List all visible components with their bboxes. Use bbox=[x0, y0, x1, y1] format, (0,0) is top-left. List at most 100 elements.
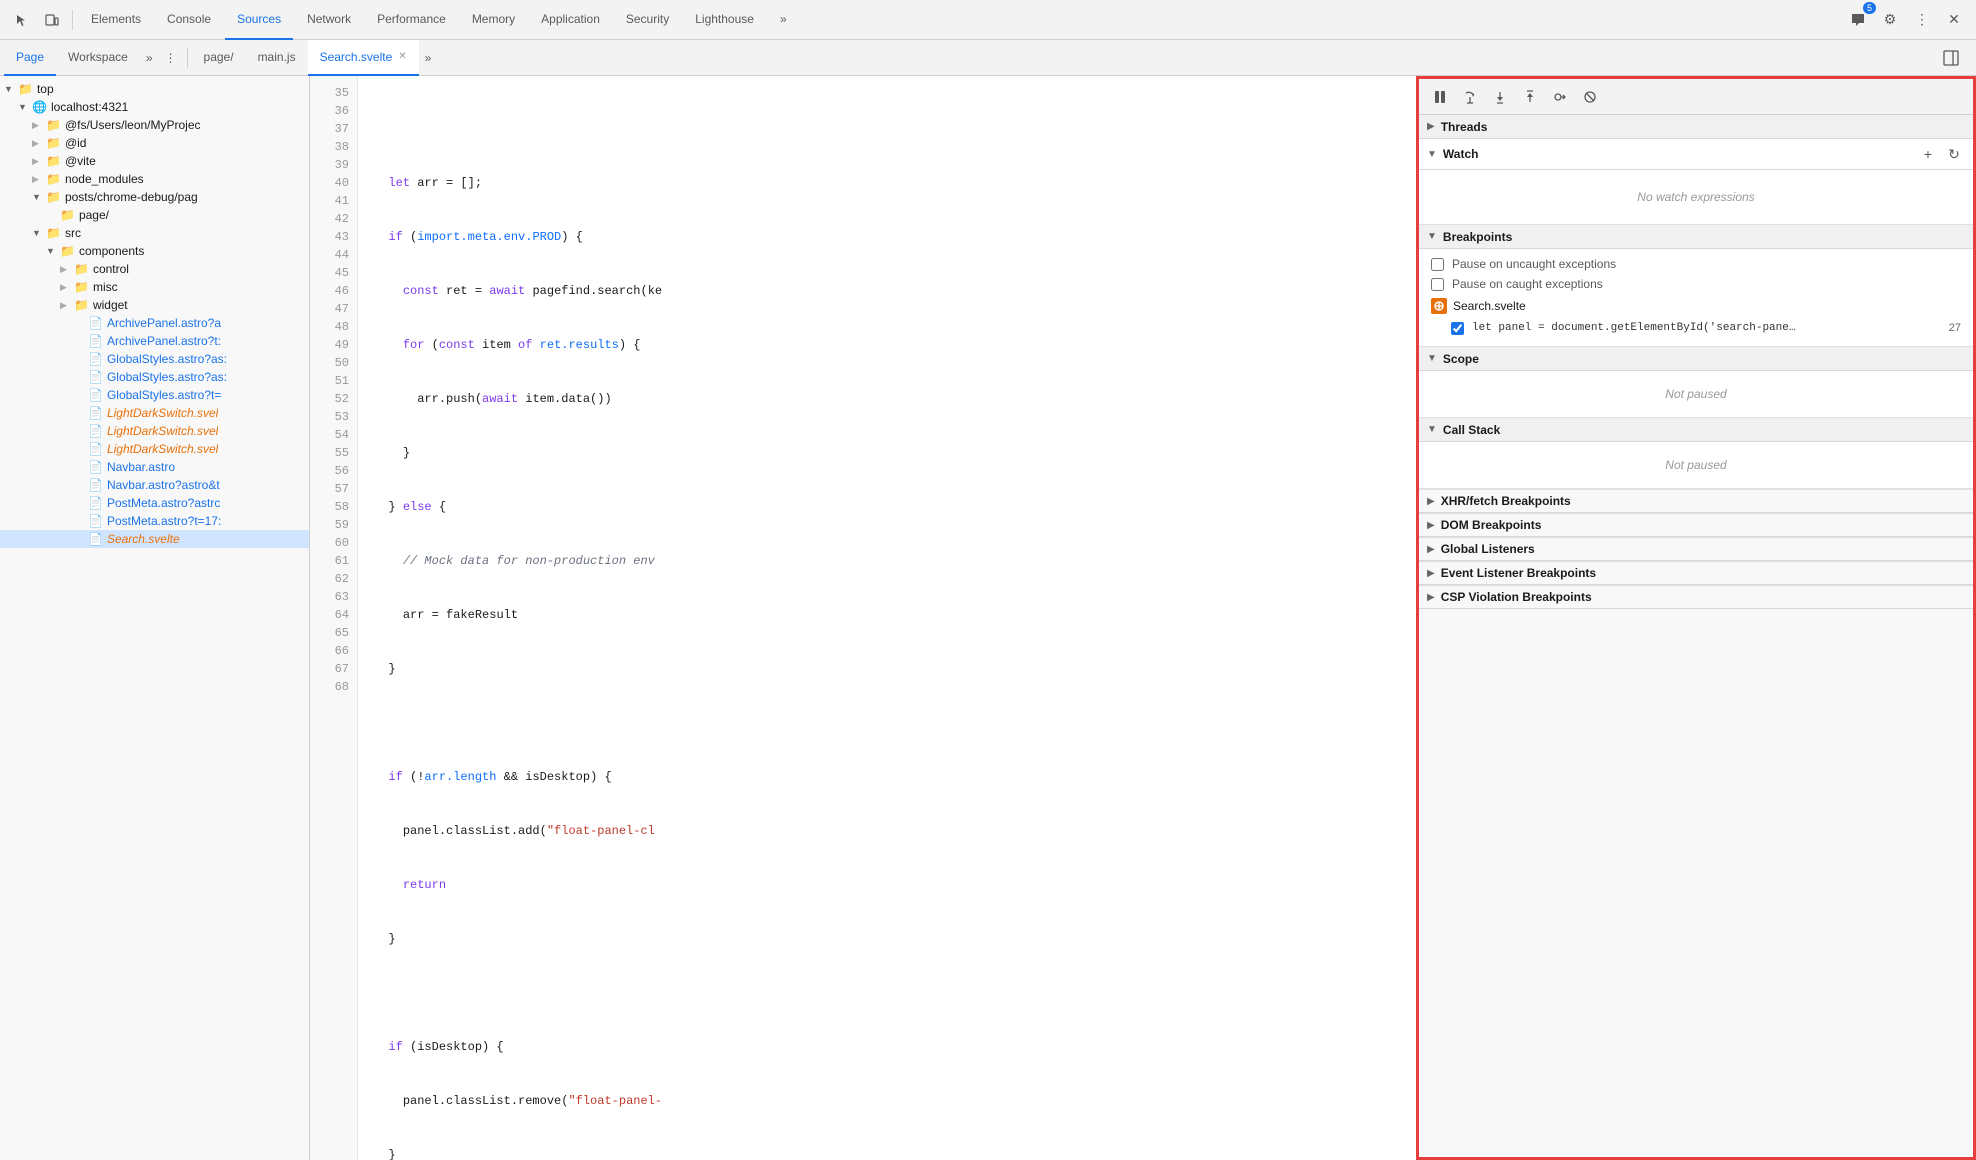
editor-tab-search-svelte[interactable]: Search.svelte ✕ bbox=[308, 40, 419, 76]
tree-item-posts[interactable]: ▼ 📁 posts/chrome-debug/pag bbox=[0, 188, 309, 206]
watch-add-btn[interactable]: + bbox=[1917, 143, 1939, 165]
ln-48: 48 bbox=[310, 318, 357, 336]
tab-more[interactable]: » bbox=[768, 0, 799, 40]
ln-65: 65 bbox=[310, 624, 357, 642]
subtab-more[interactable]: » bbox=[140, 40, 159, 76]
bp-file-header-search[interactable]: Search.svelte bbox=[1419, 294, 1973, 318]
tree-item-archivepanel1[interactable]: ▶ 📄 ArchivePanel.astro?a bbox=[0, 314, 309, 332]
ln-46: 46 bbox=[310, 282, 357, 300]
pause-caught-checkbox[interactable] bbox=[1431, 278, 1444, 291]
file-icon-lightdark1: 📄 bbox=[88, 406, 103, 420]
tab-console[interactable]: Console bbox=[155, 0, 223, 40]
code-line-38: const ret = await pagefind.search(ke bbox=[374, 282, 1400, 300]
tree-item-globalstyles2[interactable]: ▶ 📄 GlobalStyles.astro?as: bbox=[0, 368, 309, 386]
xhr-section-header[interactable]: ▶ XHR/fetch Breakpoints bbox=[1419, 489, 1973, 513]
tree-item-postmeta2[interactable]: ▶ 📄 PostMeta.astro?t=17: bbox=[0, 512, 309, 530]
tree-label-widget: widget bbox=[93, 298, 128, 312]
tree-item-archivepanel2[interactable]: ▶ 📄 ArchivePanel.astro?t: bbox=[0, 332, 309, 350]
tree-item-misc[interactable]: ▶ 📁 misc bbox=[0, 278, 309, 296]
watch-arrow: ▼ bbox=[1427, 149, 1437, 160]
tree-item-navbar2[interactable]: ▶ 📄 Navbar.astro?astro&t bbox=[0, 476, 309, 494]
step-over-btn[interactable] bbox=[1457, 84, 1483, 110]
ln-45: 45 bbox=[310, 264, 357, 282]
deactivate-breakpoints-btn[interactable] bbox=[1577, 84, 1603, 110]
tree-item-localhost[interactable]: ▼ 🌐 localhost:4321 bbox=[0, 98, 309, 116]
global-section-header[interactable]: ▶ Global Listeners bbox=[1419, 537, 1973, 561]
dom-title: DOM Breakpoints bbox=[1441, 518, 1965, 532]
watch-section-header[interactable]: ▼ Watch + ↻ bbox=[1419, 139, 1973, 170]
breakpoints-section-header[interactable]: ▼ Breakpoints bbox=[1419, 225, 1973, 249]
chat-icon[interactable]: 5 bbox=[1844, 6, 1872, 34]
tab-elements[interactable]: Elements bbox=[79, 0, 153, 40]
editor-tab-close[interactable]: ✕ bbox=[398, 51, 406, 62]
file-icon-archivepanel2: 📄 bbox=[88, 334, 103, 348]
step-btn[interactable] bbox=[1547, 84, 1573, 110]
tree-item-top[interactable]: ▼ 📁 top bbox=[0, 80, 309, 98]
folder-icon-widget: 📁 bbox=[74, 298, 89, 312]
tree-item-lightdark3[interactable]: ▶ 📄 LightDarkSwitch.svel bbox=[0, 440, 309, 458]
tree-item-control[interactable]: ▶ 📁 control bbox=[0, 260, 309, 278]
tree-item-globalstyles3[interactable]: ▶ 📄 GlobalStyles.astro?t= bbox=[0, 386, 309, 404]
tree-label-navbar2: Navbar.astro?astro&t bbox=[107, 478, 220, 492]
tab-memory[interactable]: Memory bbox=[460, 0, 527, 40]
tab-security[interactable]: Security bbox=[614, 0, 681, 40]
tree-item-widget[interactable]: ▶ 📁 widget bbox=[0, 296, 309, 314]
code-line-52: if (isDesktop) { bbox=[374, 1038, 1400, 1056]
subtab-workspace[interactable]: Workspace bbox=[56, 40, 140, 76]
tree-item-navbar1[interactable]: ▶ 📄 Navbar.astro bbox=[0, 458, 309, 476]
step-out-btn[interactable] bbox=[1517, 84, 1543, 110]
watch-refresh-btn[interactable]: ↻ bbox=[1943, 143, 1965, 165]
bp-line-checkbox-27[interactable] bbox=[1451, 322, 1464, 335]
close-icon[interactable]: ✕ bbox=[1940, 6, 1968, 34]
subtab-page[interactable]: Page bbox=[4, 40, 56, 76]
tree-item-fs[interactable]: ▶ 📁 @fs/Users/leon/MyProjec bbox=[0, 116, 309, 134]
device-icon[interactable] bbox=[38, 6, 66, 34]
right-panel-content: ▶ Threads ▼ Watch + ↻ No watch expressio… bbox=[1419, 115, 1973, 1157]
pause-caught-item: Pause on caught exceptions bbox=[1419, 274, 1973, 294]
editor-path-page[interactable]: page/ bbox=[192, 40, 246, 76]
tree-item-globalstyles1[interactable]: ▶ 📄 GlobalStyles.astro?as: bbox=[0, 350, 309, 368]
code-lines[interactable]: let arr = []; if (import.meta.env.PROD) … bbox=[358, 76, 1416, 1160]
tree-item-components[interactable]: ▼ 📁 components bbox=[0, 242, 309, 260]
step-into-btn[interactable] bbox=[1487, 84, 1513, 110]
tab-application[interactable]: Application bbox=[529, 0, 612, 40]
tree-label-src: src bbox=[65, 226, 81, 240]
subtab-menu-button[interactable]: ⋮ bbox=[159, 46, 183, 70]
pause-uncaught-checkbox[interactable] bbox=[1431, 258, 1444, 271]
tree-item-src[interactable]: ▼ 📁 src bbox=[0, 224, 309, 242]
code-content[interactable]: 35 36 37 38 39 40 41 42 43 44 45 46 47 4… bbox=[310, 76, 1416, 1160]
kebab-menu-icon[interactable]: ⋮ bbox=[1908, 6, 1936, 34]
event-title: Event Listener Breakpoints bbox=[1441, 566, 1965, 580]
tree-item-postmeta1[interactable]: ▶ 📄 PostMeta.astro?astrc bbox=[0, 494, 309, 512]
ln-36: 36 bbox=[310, 102, 357, 120]
call-stack-section-header[interactable]: ▼ Call Stack bbox=[1419, 418, 1973, 442]
tab-performance[interactable]: Performance bbox=[365, 0, 458, 40]
file-icon-postmeta1: 📄 bbox=[88, 496, 103, 510]
code-line-49: return bbox=[374, 876, 1400, 894]
csp-section-header[interactable]: ▶ CSP Violation Breakpoints bbox=[1419, 585, 1973, 609]
pause-resume-btn[interactable] bbox=[1427, 84, 1453, 110]
tree-item-page[interactable]: ▶ 📁 page/ bbox=[0, 206, 309, 224]
pause-uncaught-label: Pause on uncaught exceptions bbox=[1452, 257, 1616, 271]
editor-tab-mainjs[interactable]: main.js bbox=[246, 40, 308, 76]
tab-sources[interactable]: Sources bbox=[225, 0, 293, 40]
ln-63: 63 bbox=[310, 588, 357, 606]
event-section-header[interactable]: ▶ Event Listener Breakpoints bbox=[1419, 561, 1973, 585]
tree-item-node-modules[interactable]: ▶ 📁 node_modules bbox=[0, 170, 309, 188]
tree-item-search-svelte[interactable]: ▶ 📄 Search.svelte bbox=[0, 530, 309, 548]
tree-item-vite[interactable]: ▶ 📁 @vite bbox=[0, 152, 309, 170]
cursor-icon[interactable] bbox=[8, 6, 36, 34]
tab-network[interactable]: Network bbox=[295, 0, 363, 40]
tree-item-id[interactable]: ▶ 📁 @id bbox=[0, 134, 309, 152]
tree-item-lightdark2[interactable]: ▶ 📄 LightDarkSwitch.svel bbox=[0, 422, 309, 440]
settings-icon[interactable]: ⚙ bbox=[1876, 6, 1904, 34]
threads-section-header[interactable]: ▶ Threads bbox=[1419, 115, 1973, 139]
dom-section-header[interactable]: ▶ DOM Breakpoints bbox=[1419, 513, 1973, 537]
editor-tabs-more[interactable]: » bbox=[419, 40, 438, 76]
tab-lighthouse[interactable]: Lighthouse bbox=[683, 0, 766, 40]
scope-section-header[interactable]: ▼ Scope bbox=[1419, 347, 1973, 371]
chat-badge: 5 bbox=[1863, 2, 1876, 14]
tree-item-lightdark1[interactable]: ▶ 📄 LightDarkSwitch.svel bbox=[0, 404, 309, 422]
folder-icon-fs: 📁 bbox=[46, 118, 61, 132]
sidebar-toggle-btn[interactable] bbox=[1938, 45, 1964, 71]
